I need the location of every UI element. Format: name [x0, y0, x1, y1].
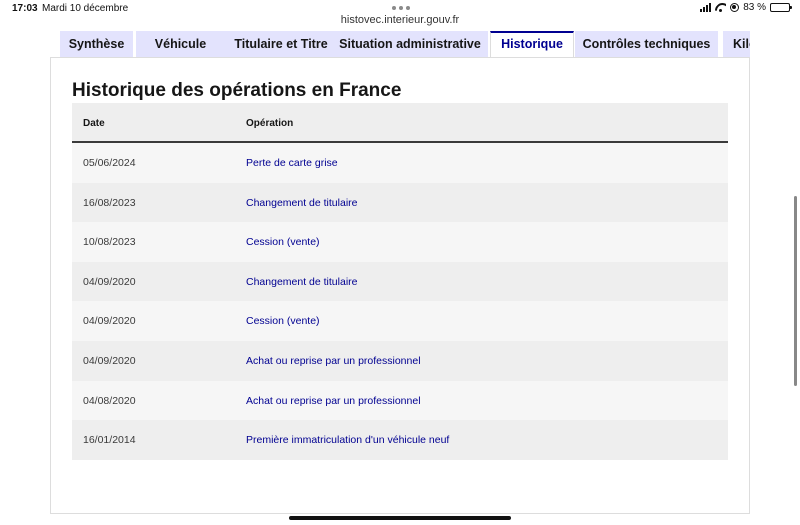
cell-operation: Cession (vente)	[246, 315, 320, 328]
cell-date: 05/06/2024	[83, 157, 136, 169]
cell-operation: Cession (vente)	[246, 236, 320, 249]
battery-percent: 83 %	[743, 2, 766, 13]
wifi-icon	[715, 3, 726, 12]
cell-date: 04/09/2020	[83, 275, 136, 288]
cell-operation: Changement de titulaire	[246, 196, 358, 209]
cell-date: 04/08/2020	[83, 394, 136, 407]
tab-historique[interactable]: Historique	[490, 31, 574, 58]
orientation-lock-icon	[730, 3, 740, 12]
page-scrollbar[interactable]	[794, 196, 797, 386]
status-date: Mardi 10 décembre	[42, 3, 129, 14]
cell-operation: Changement de titulaire	[246, 275, 358, 288]
cellular-signal-icon	[700, 3, 712, 12]
table-row: 04/09/2020 Cession (vente)	[72, 301, 728, 341]
column-header-date: Date	[83, 118, 105, 129]
table-row: 10/08/2023 Cession (vente)	[72, 222, 728, 262]
cell-operation: Perte de carte grise	[246, 157, 338, 169]
table-row: 04/09/2020 Changement de titulaire	[72, 261, 728, 302]
table-row: 04/09/2020 Achat ou reprise par un profes…	[72, 340, 728, 381]
cell-date: 16/08/2023	[83, 196, 136, 209]
battery-icon	[770, 3, 792, 12]
cell-date: 04/09/2020	[83, 315, 136, 328]
tab-kilometrage[interactable]: Kilo	[723, 31, 750, 57]
tab-situation-administrative[interactable]: Situation administrative	[332, 31, 488, 57]
table-header: Date Opération	[72, 103, 728, 143]
status-indicators: 83 %	[700, 2, 792, 13]
table-row: 16/08/2023 Changement de titulaire	[72, 182, 728, 223]
page-title: Historique des opérations en France	[72, 80, 402, 101]
cell-date: 10/08/2023	[83, 236, 136, 249]
table-row: 04/08/2020 Achat ou reprise par un profes…	[72, 380, 728, 421]
status-time: 17:03	[12, 3, 38, 14]
tab-synthese[interactable]: Synthèse	[60, 31, 133, 57]
cell-operation: Achat ou reprise par un professionnel	[246, 394, 421, 407]
cell-operation: Achat ou reprise par un professionnel	[246, 354, 421, 367]
table-body: 05/06/2024 Perte de carte grise 16/08/202…	[72, 143, 728, 460]
table-row: 05/06/2024 Perte de carte grise	[72, 143, 728, 183]
home-indicator[interactable]	[289, 516, 511, 520]
tab-titulaire-et-titre[interactable]: Titulaire et Titre	[214, 31, 348, 57]
tab-bar: Synthèse Véhicule Titulaire et Titre Sit…	[60, 31, 750, 58]
tab-controles-techniques[interactable]: Contrôles techniques	[575, 31, 718, 57]
cell-date: 04/09/2020	[83, 354, 136, 367]
history-table: Date Opération 05/06/2024 Perte de carte …	[72, 103, 728, 460]
cell-operation: Première immatriculation d'un véhicule n…	[246, 434, 450, 447]
column-header-operation: Opération	[246, 118, 294, 129]
multitasking-dots-icon[interactable]	[392, 6, 410, 10]
address-bar[interactable]: histovec.interieur.gouv.fr	[0, 14, 800, 26]
table-row: 16/01/2014 Première immatriculation d'un …	[72, 420, 728, 460]
tab-vehicule[interactable]: Véhicule	[136, 31, 225, 57]
cell-date: 16/01/2014	[83, 434, 136, 447]
